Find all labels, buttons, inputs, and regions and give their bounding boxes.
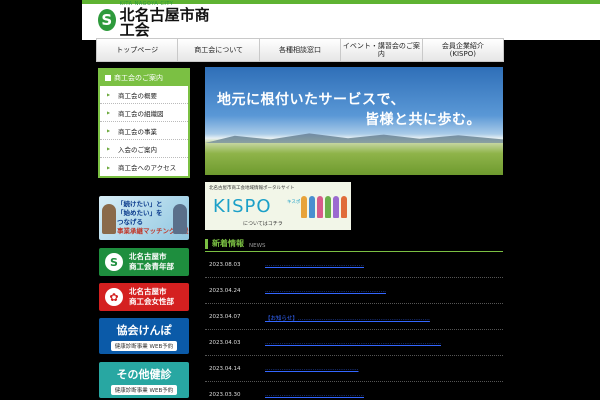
- news-row: 2023.04.14 ……………………………………………: [205, 362, 503, 382]
- news-header: 新着情報 NEWS: [205, 236, 503, 252]
- news-subtitle: NEWS: [249, 243, 266, 249]
- other-title: その他健診: [116, 367, 172, 381]
- kispo-caption: 北名古屋市商工会地域情報ポータルサイト: [209, 186, 295, 191]
- news-row: 2023.04.03 ………………………………………………………………………………: [205, 336, 503, 356]
- hero-line1: 地元に根付いたサービスで、: [217, 92, 405, 108]
- women-division-banner[interactable]: ✿ 北名古屋市 商工会女性部: [99, 283, 189, 311]
- sidebar-item-overview[interactable]: 商工会の概要: [100, 86, 188, 104]
- nav-events[interactable]: イベント・講習会のご案内: [341, 38, 423, 62]
- person-illustration-icon: [173, 204, 187, 234]
- news-link[interactable]: ……………………………………………: [265, 366, 503, 372]
- kenpo-sub: 健康診断事業 WEB予約: [110, 340, 178, 351]
- dollar-logo-icon: S: [105, 253, 123, 271]
- succession-matching-banner[interactable]: 「続けたい」と 「始めたい」を つなげる 事業承継マッチング支援: [99, 196, 189, 240]
- kenpo-title: 協会けんぽ: [116, 323, 172, 337]
- sidebar-item-access[interactable]: 商工会へのアクセス: [100, 158, 188, 176]
- news-link[interactable]: …………………………………………………………: [265, 288, 503, 294]
- sidebar: 商工会のご案内 商工会の概要 商工会の組織図 商工会の事業 入会のご案内 商工会…: [98, 68, 190, 178]
- mountain-silhouette: [205, 133, 503, 143]
- other-checkup-banner[interactable]: その他健診 健康診断事業 WEB予約: [99, 362, 189, 398]
- kispo-kana: キスポ: [287, 200, 301, 205]
- nav-members[interactable]: 会員企業紹介 (KISPO): [422, 38, 505, 62]
- news-link[interactable]: ………………………………………………: [265, 262, 503, 268]
- news-list: 2023.08.03 ……………………………………………… 2023.04.24…: [205, 258, 503, 400]
- youth-division-banner[interactable]: S 北名古屋市 商工会青年部: [99, 248, 189, 276]
- news-row: 2023.03.30 ………………………………………………: [205, 388, 503, 400]
- logo-japanese-text: 北名古屋市商工会: [119, 6, 210, 39]
- logo-mark-icon: S: [98, 9, 116, 31]
- kenpo-checkup-banner[interactable]: 協会けんぽ 健康診断事業 WEB予約: [99, 318, 189, 354]
- sidebar-title: 商工会のご案内: [100, 70, 188, 86]
- hero-line2: 皆様と共に歩む。: [365, 112, 481, 128]
- youth-line1: 北名古屋市: [129, 252, 167, 262]
- sidebar-menu: 商工会のご案内 商工会の概要 商工会の組織図 商工会の事業 入会のご案内 商工会…: [98, 68, 190, 178]
- nav-consultation[interactable]: 各種相談窓口: [259, 38, 342, 62]
- flower-logo-icon: ✿: [105, 288, 123, 306]
- kispo-banner[interactable]: 北名古屋市商工会地域情報ポータルサイト KISPO キスポ についてはコチラ: [205, 182, 351, 230]
- hero-image: 地元に根付いたサービスで、 皆様と共に歩む。: [205, 67, 503, 175]
- news-date: 2023.04.24: [209, 288, 241, 294]
- women-line1: 北名古屋市: [129, 287, 167, 297]
- news-row: 2023.04.24 …………………………………………………………: [205, 284, 503, 304]
- youth-line2: 商工会青年部: [129, 262, 174, 271]
- news-link[interactable]: ……………………………………………………………………………………: [265, 340, 503, 346]
- news-link[interactable]: 【お知らせ】………………………………………………………………: [265, 314, 503, 322]
- news-date: 2023.03.30: [209, 392, 241, 398]
- page: S KITA NAGOYA CITY 北名古屋市商工会 トップページ 商工会につ…: [0, 0, 600, 400]
- main-nav: トップページ 商工会について 各種相談窓口 イベント・講習会のご案内 会員企業紹…: [96, 38, 505, 62]
- kispo-link-text: についてはコチラ: [243, 221, 283, 227]
- news-date: 2023.08.03: [209, 262, 241, 268]
- nav-members-line1: 会員企業紹介: [441, 41, 484, 50]
- other-sub: 健康診断事業 WEB予約: [110, 384, 178, 395]
- news-link[interactable]: ………………………………………………: [265, 392, 503, 398]
- kispo-logo: KISPO: [213, 196, 272, 217]
- news-date: 2023.04.03: [209, 340, 241, 346]
- site-logo[interactable]: S KITA NAGOYA CITY 北名古屋市商工会: [98, 2, 216, 38]
- news-date: 2023.04.07: [209, 314, 241, 320]
- news-row: 2023.08.03 ………………………………………………: [205, 258, 503, 278]
- news-row: 2023.04.07 【お知らせ】………………………………………………………………: [205, 310, 503, 330]
- person-illustration-icon: [102, 204, 116, 234]
- sidebar-item-membership[interactable]: 入会のご案内: [100, 140, 188, 158]
- news-marker: [205, 239, 208, 249]
- sidebar-item-organization[interactable]: 商工会の組織図: [100, 104, 188, 122]
- sidebar-item-business[interactable]: 商工会の事業: [100, 122, 188, 140]
- nav-top[interactable]: トップページ: [96, 38, 179, 62]
- people-illustration-icon: [301, 196, 347, 218]
- nav-members-line2: (KISPO): [449, 50, 476, 58]
- nav-about[interactable]: 商工会について: [178, 38, 260, 62]
- news-date: 2023.04.14: [209, 366, 241, 372]
- news-title: 新着情報: [212, 239, 244, 248]
- women-line2: 商工会女性部: [129, 297, 174, 306]
